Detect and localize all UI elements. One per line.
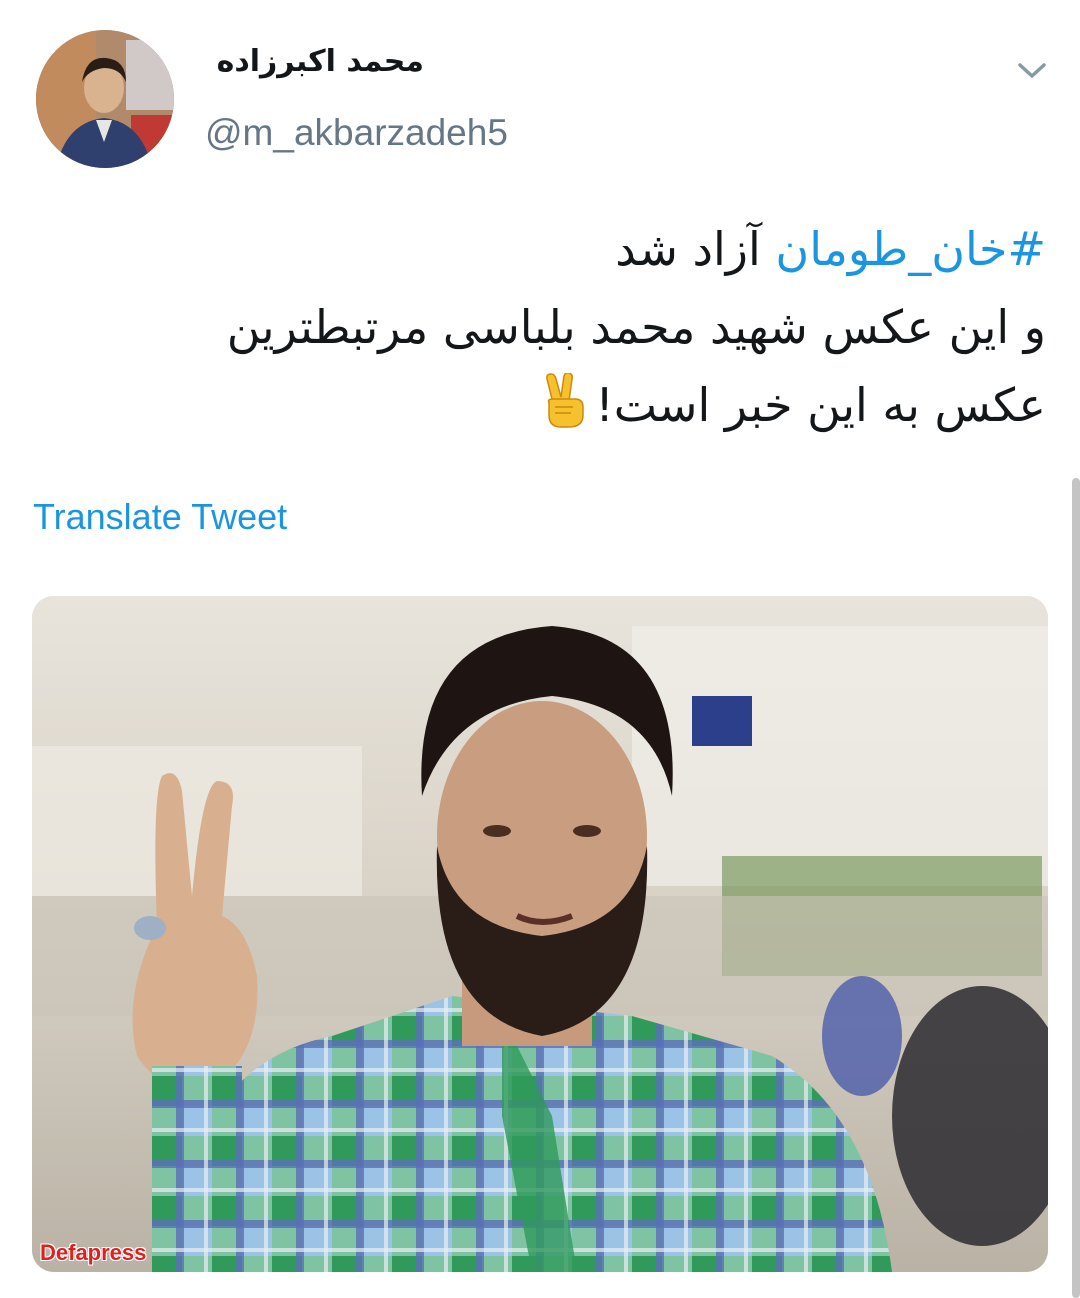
scrollbar[interactable] [1072, 478, 1080, 1298]
tweet-media-photo[interactable]: Defapress [32, 596, 1048, 1272]
tweet-line-3: عکس به این خبر است! [46, 366, 1046, 444]
chevron-down-icon[interactable] [1014, 56, 1050, 84]
translate-tweet-link[interactable]: Translate Tweet [33, 496, 287, 538]
victory-hand-icon [539, 372, 589, 429]
tweet-line-1-text: آزاد شد [615, 222, 776, 276]
author-handle[interactable]: @m_akbarzadeh5 [205, 112, 508, 154]
photo-content [32, 596, 1048, 1272]
tweet-line-3-text: عکس به این خبر است! [595, 378, 1046, 432]
tweet-text: #خان_طومان آزاد شد و این عکس شهید محمد ب… [46, 210, 1046, 444]
media-watermark: Defapress [40, 1240, 147, 1265]
author-avatar[interactable] [36, 30, 174, 168]
author-display-name[interactable]: محمد اکبرزاده [217, 44, 424, 79]
tweet-line-1: #خان_طومان آزاد شد [46, 210, 1046, 288]
hashtag-link[interactable]: #خان_طومان [775, 222, 1046, 276]
avatar-photo [36, 30, 174, 168]
tweet-line-2: و این عکس شهید محمد بلباسی مرتبطترین [226, 300, 1046, 354]
